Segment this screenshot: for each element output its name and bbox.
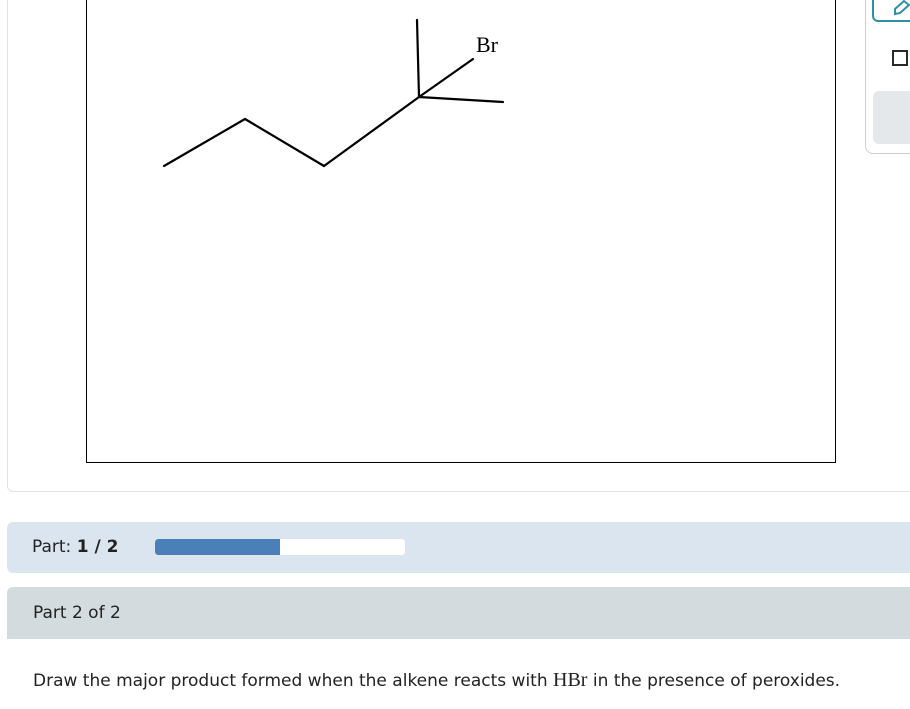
bromine-atom-label[interactable]: Br (476, 32, 498, 58)
part-section-header: Part 2 of 2 (7, 587, 910, 639)
section-title: Part 2 of 2 (33, 603, 121, 623)
pencil-tool-button[interactable] (872, 0, 910, 22)
toolbar-button[interactable] (873, 91, 910, 144)
bond (243, 117, 326, 168)
molecule-structure (162, 18, 505, 168)
part-progress-bar: Part: 1 / 2 (7, 522, 910, 573)
bond (415, 18, 421, 99)
progress-track (155, 539, 405, 555)
question-text: Draw the major product formed when the a… (33, 669, 840, 692)
pencil-icon (894, 0, 910, 16)
molecule-drawing-canvas[interactable]: Br (86, 0, 836, 463)
part-value: 1 / 2 (76, 537, 119, 557)
question-text-before: Draw the major product formed when the a… (33, 671, 554, 691)
bond (322, 95, 421, 168)
square-icon[interactable] (892, 50, 908, 66)
question-body: Draw the major product formed when the a… (7, 639, 910, 709)
progress-fill (155, 539, 280, 555)
bond (417, 57, 475, 99)
bond (162, 117, 247, 168)
bond (417, 95, 505, 104)
part-label: Part: (32, 537, 72, 557)
question-text-after: in the presence of peroxides. (587, 671, 841, 691)
part-indicator: Part: 1 / 2 (32, 537, 118, 557)
reagent: HBr (553, 669, 588, 691)
